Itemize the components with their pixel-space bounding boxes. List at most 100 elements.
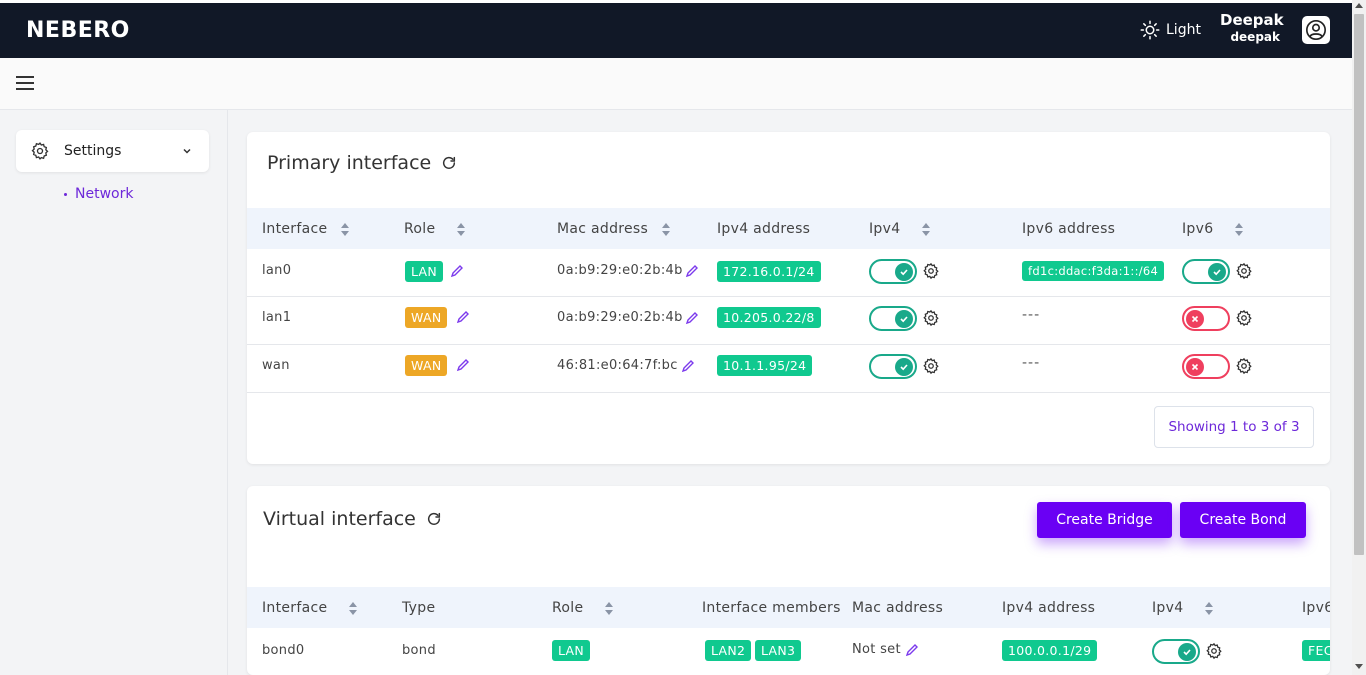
pencil-icon[interactable] [685,311,699,325]
table-header: Interface Type Role Interface members Ma… [247,587,1330,628]
user-circle-icon [1306,20,1326,40]
col-role[interactable]: Role [552,600,614,616]
col-ipv4[interactable]: Ipv4 [869,221,931,237]
gear-icon[interactable] [1235,357,1253,375]
create-bridge-button[interactable]: Create Bridge [1037,502,1172,538]
check-icon [1213,269,1221,276]
sort-icon [341,222,350,236]
menu-toggle-icon[interactable] [16,76,34,90]
refresh-icon[interactable] [426,511,442,527]
member-badge: LAN3 [755,640,802,661]
sun-icon [1140,20,1160,40]
sort-icon [349,601,358,615]
avatar[interactable] [1302,16,1330,44]
pencil-icon[interactable] [450,264,464,278]
scroll-down-icon[interactable] [1355,664,1363,669]
col-mac-address[interactable]: Mac address [557,221,671,237]
gear-icon [31,142,49,160]
ipv6-toggle[interactable] [1182,306,1230,331]
check-icon [900,316,908,323]
ipv6-address-badge: fd1c:ddac:f3da:1::/64 [1022,261,1165,281]
gear-icon[interactable] [1235,262,1253,280]
ipv4-address-badge: 172.16.0.1/24 [717,261,821,282]
ipv4-toggle[interactable] [869,259,917,284]
sort-icon [1235,222,1244,236]
pencil-icon[interactable] [681,359,695,373]
pagination-info: Showing 1 to 3 of 3 [1154,406,1314,448]
role-badge: WAN [405,307,448,328]
ipv4-toggle[interactable] [1152,639,1200,664]
table-row: wan WAN 46:81:e0:64:7f:bc 10.1.1.95/24 -… [247,345,1330,393]
member-badge: LAN2 [705,640,752,661]
gear-icon[interactable] [1235,309,1253,327]
col-interface[interactable]: Interface [262,600,358,616]
scroll-thumb[interactable] [1354,14,1364,555]
interface-name: lan1 [262,310,292,325]
col-ipv4[interactable]: Ipv4 [1152,600,1214,616]
col-type: Type [402,600,436,616]
role-badge: LAN [552,640,591,661]
table-row: lan1 WAN 0a:b9:29:e0:2b:4b 10.205.0.22/8… [247,297,1330,345]
ipv4-address-badge: 10.1.1.95/24 [717,355,813,376]
col-ipv6[interactable]: Ipv6 [1302,600,1330,616]
col-ipv6-address: Ipv6 address [1022,221,1116,237]
table-row: bond0 bond LAN LAN2 LAN3 Not set 100.0.0… [247,628,1330,675]
ipv4-toggle[interactable] [869,354,917,379]
table-row: lan0 LAN 0a:b9:29:e0:2b:4b 172.16.0.1/24… [247,249,1330,297]
ipv6-toggle[interactable] [1182,259,1230,284]
theme-label: Light [1166,22,1201,38]
ipv6-toggle[interactable] [1182,354,1230,379]
sidebar-item-network[interactable]: Network [64,186,133,202]
pencil-icon[interactable] [456,310,470,324]
sidebar-item-label: Settings [64,143,122,159]
pencil-icon[interactable] [905,643,919,657]
page-scrollbar[interactable] [1352,0,1366,675]
virtual-interface-card: Virtual interface Create Bridge Create B… [247,486,1330,675]
top-navbar: NEBERO Light Deepak deepak [0,0,1352,58]
virtual-interface-title: Virtual interface [263,508,442,530]
primary-interface-card: Primary interface Interface Role Mac add… [247,132,1330,464]
sidebar-item-settings[interactable]: Settings [16,130,209,172]
col-role[interactable]: Role [404,221,466,237]
sort-icon [605,601,614,615]
sort-icon [662,222,671,236]
gear-icon[interactable] [922,309,940,327]
theme-toggle[interactable]: Light [1140,20,1201,40]
scroll-up-icon[interactable] [1355,3,1363,8]
card-title-text: Primary interface [267,152,432,174]
ipv4-toggle[interactable] [869,306,917,331]
col-ipv6[interactable]: Ipv6 [1182,221,1244,237]
table-header: Interface Role Mac address Ipv4 address … [247,208,1330,249]
check-icon [1183,649,1191,656]
sort-icon [1205,601,1214,615]
create-bond-button[interactable]: Create Bond [1180,502,1306,538]
ipv6-address-empty: --- [1022,355,1041,371]
mac-address: 0a:b9:29:e0:2b:4b [557,263,683,278]
close-icon [1191,315,1199,323]
interface-name: lan0 [262,263,292,278]
role-badge: LAN [405,261,444,282]
interface-type: bond [402,643,436,658]
sidebar: Settings Network [0,110,228,675]
chevron-down-icon [183,148,191,154]
gear-icon[interactable] [922,262,940,280]
refresh-icon[interactable] [441,155,457,171]
brand-logo[interactable]: NEBERO [26,18,130,43]
interface-name: bond0 [262,643,305,658]
user-info[interactable]: Deepak deepak [1220,11,1284,44]
mac-address: 0a:b9:29:e0:2b:4b [557,310,683,325]
mac-address: Not set [852,642,901,657]
mac-address: 46:81:e0:64:7f:bc [557,358,678,373]
user-login: deepak [1230,30,1280,44]
ipv6-address-empty: --- [1022,307,1041,323]
pencil-icon[interactable] [685,264,699,278]
ipv4-address-badge: 100.0.0.1/29 [1002,640,1098,661]
gear-icon[interactable] [1205,642,1223,660]
col-interface[interactable]: Interface [262,221,350,237]
pencil-icon[interactable] [456,358,470,372]
check-icon [900,364,908,371]
primary-interface-title: Primary interface [267,152,457,174]
gear-icon[interactable] [922,357,940,375]
col-interface-members: Interface members [702,600,841,616]
ipv6-address-badge: FEC [1302,640,1330,661]
